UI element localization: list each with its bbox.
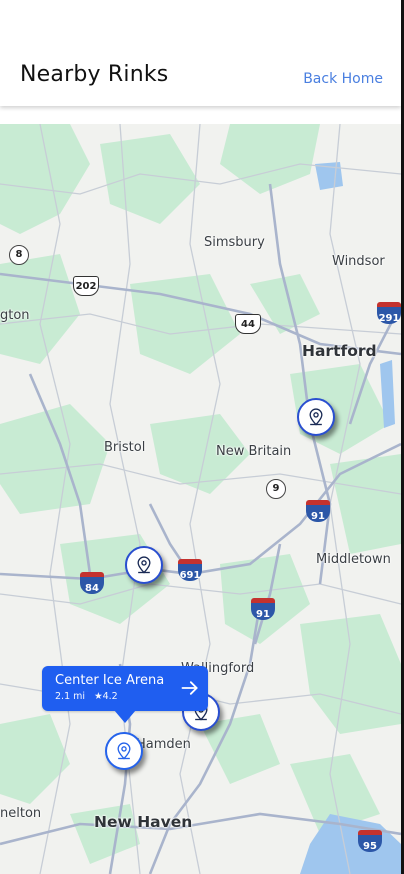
place-label-new-haven: New Haven: [94, 813, 193, 831]
location-pin-icon: [137, 556, 151, 574]
location-pin-icon: [309, 408, 323, 426]
place-label-simsbury: Simsbury: [204, 235, 265, 250]
route-shield-i84: 84: [80, 572, 104, 594]
arrow-right-icon[interactable]: [180, 678, 200, 698]
route-shield-i91-north: 91: [306, 500, 330, 522]
place-label-partial-southwest: nelton: [0, 806, 42, 821]
route-shield-i691: 691: [178, 559, 202, 581]
app-header: Nearby Rinks Back Home: [0, 0, 401, 106]
rink-rating: 4.2: [102, 691, 118, 702]
location-pin-icon: [117, 742, 131, 760]
route-shield-ct9: 9: [266, 479, 286, 499]
map-base: [0, 124, 401, 874]
place-label-bristol: Bristol: [104, 440, 146, 455]
rink-name: Center Ice Arena: [55, 673, 165, 688]
place-label-partial-west: gton: [0, 308, 30, 323]
rink-meta: 2.1 mi ★4.2: [55, 691, 118, 702]
page-title: Nearby Rinks: [20, 62, 169, 87]
place-label-hartford: Hartford: [302, 342, 377, 360]
rink-distance: 2.1 mi: [55, 691, 86, 702]
star-icon: ★: [94, 691, 103, 702]
place-label-new-britain: New Britain: [216, 444, 292, 459]
place-label-middletown: Middletown: [316, 552, 391, 567]
map-view[interactable]: Simsbury Windsor gton Hartford Bristol N…: [0, 124, 401, 874]
rink-marker[interactable]: [125, 546, 163, 584]
route-shield-us202: 202: [73, 276, 99, 296]
place-label-windsor: Windsor: [332, 254, 385, 269]
rink-callout[interactable]: Center Ice Arena 2.1 mi ★4.2: [42, 666, 208, 723]
route-shield-i291: 291: [377, 302, 401, 324]
rink-marker-selected[interactable]: [105, 732, 143, 770]
route-shield-us44: 44: [235, 314, 261, 334]
place-label-hamden: Hamden: [136, 737, 191, 752]
back-home-link[interactable]: Back Home: [303, 71, 383, 87]
rink-marker[interactable]: [297, 398, 335, 436]
route-shield-ct8: 8: [9, 245, 29, 265]
route-shield-i91-south: 91: [251, 598, 275, 620]
route-shield-i95: 95: [358, 830, 382, 852]
